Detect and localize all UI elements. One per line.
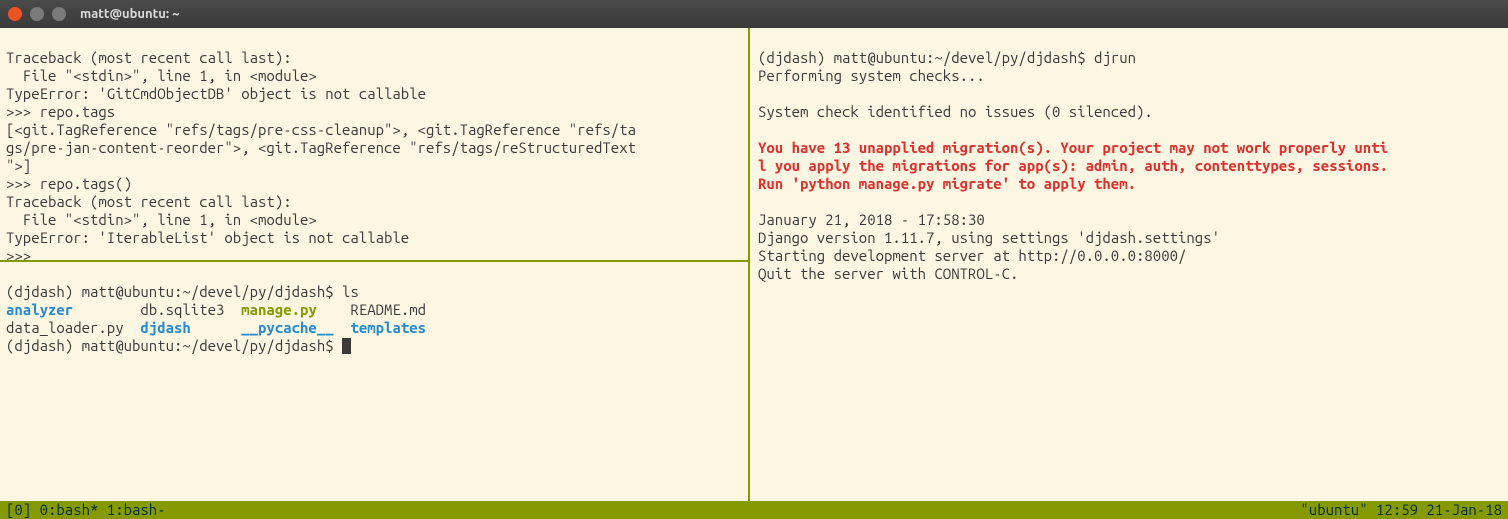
terminal-container: Traceback (most recent call last): File … — [0, 28, 1508, 519]
output-line: [<git.TagReference "refs/tags/pre-css-cl… — [6, 121, 636, 138]
tmux-pane-bottomleft[interactable]: (djdash) matt@ubuntu:~/devel/py/djdash$ … — [0, 262, 750, 501]
prompt-cmd: ls — [342, 283, 359, 300]
output-line: ">] — [6, 157, 31, 174]
ls-exec: manage.py — [241, 301, 317, 318]
prompt-cmd: djrun — [1094, 49, 1136, 66]
prompt-userhost: matt@ubuntu — [82, 283, 174, 300]
window-title: matt@ubuntu: ~ — [80, 5, 179, 23]
warning-line: l you apply the migrations for app(s): a… — [758, 157, 1388, 174]
warning-line: Run 'python manage.py migrate' to apply … — [758, 175, 1136, 192]
prompt-userhost: matt@ubuntu — [834, 49, 926, 66]
prompt-userhost: matt@ubuntu — [82, 337, 174, 354]
output-line: TypeError: 'IterableList' object is not … — [6, 229, 409, 246]
output-line: System check identified no issues (0 sil… — [758, 103, 1153, 120]
output-line: >>> repo.tags() — [6, 175, 132, 192]
prompt-env: (djdash) — [6, 337, 82, 354]
prompt-path: ~/devel/py/djdash — [934, 49, 1077, 66]
tmux-pane-topleft[interactable]: Traceback (most recent call last): File … — [0, 28, 750, 262]
window-titlebar: matt@ubuntu: ~ — [0, 0, 1508, 28]
prompt-end: $ — [325, 337, 342, 354]
output-line: File "<stdin>", line 1, in <module> — [6, 67, 317, 84]
warning-line: You have 13 unapplied migration(s). Your… — [758, 139, 1388, 156]
ls-dir: djdash — [140, 319, 190, 336]
ls-dir: analyzer — [6, 301, 73, 318]
output-line: Quit the server with CONTROL-C. — [758, 265, 1018, 282]
output-line: gs/pre-jan-content-reorder">, <git.TagRe… — [6, 139, 636, 156]
output-line: TypeError: 'GitCmdObjectDB' object is no… — [6, 85, 426, 102]
ls-file: data_loader.py — [6, 319, 124, 336]
ls-file: db.sqlite3 — [140, 301, 224, 318]
output-line: Traceback (most recent call last): — [6, 193, 292, 210]
prompt-env: (djdash) — [6, 283, 82, 300]
ls-dir: __pycache__ — [241, 319, 333, 336]
status-left: [0] 0:bash* 1:bash- — [6, 501, 166, 519]
maximize-icon[interactable] — [52, 7, 66, 21]
tmux-statusbar: [0] 0:bash* 1:bash- "ubuntu" 12:59 21-Ja… — [0, 501, 1508, 519]
output-line: >>> repo.tags — [6, 103, 115, 120]
minimize-icon[interactable] — [30, 7, 44, 21]
output-line: >>> — [6, 247, 31, 262]
prompt-end: $ — [325, 283, 342, 300]
ls-dir: templates — [350, 319, 426, 336]
output-line: Starting development server at http://0.… — [758, 247, 1186, 264]
output-line: File "<stdin>", line 1, in <module> — [6, 211, 317, 228]
cursor-icon — [342, 338, 351, 354]
tmux-pane-right[interactable]: (djdash) matt@ubuntu:~/devel/py/djdash$ … — [752, 28, 1508, 501]
output-line: January 21, 2018 - 17:58:30 — [758, 211, 985, 228]
prompt-env: (djdash) — [758, 49, 834, 66]
output-line: Performing system checks... — [758, 67, 985, 84]
output-line: Django version 1.11.7, using settings 'd… — [758, 229, 1220, 246]
prompt-end: $ — [1077, 49, 1094, 66]
ls-file: README.md — [350, 301, 426, 318]
output-line: Traceback (most recent call last): — [6, 49, 292, 66]
prompt-path: ~/devel/py/djdash — [182, 337, 325, 354]
prompt-path: ~/devel/py/djdash — [182, 283, 325, 300]
close-icon[interactable] — [8, 7, 22, 21]
status-right: "ubuntu" 12:59 21-Jan-18 — [1300, 501, 1502, 519]
